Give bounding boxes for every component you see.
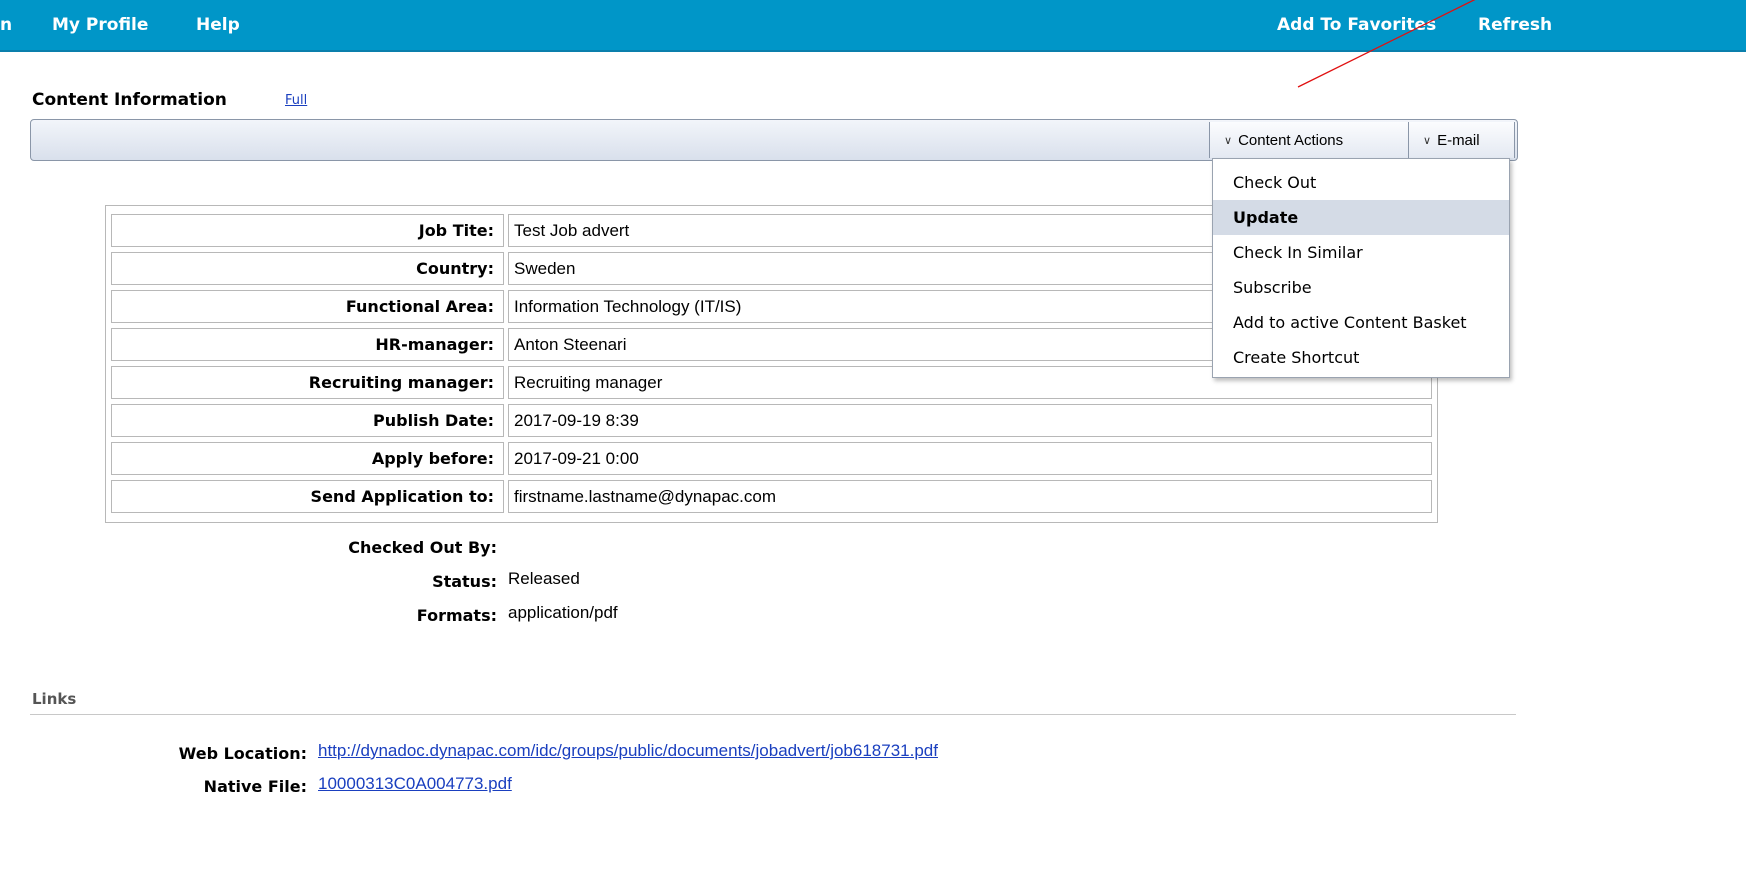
field-label: HR-manager:	[111, 328, 504, 361]
content-actions-dropdown: Check Out Update Check In Similar Subscr…	[1212, 158, 1510, 378]
nav-my-profile[interactable]: My Profile	[52, 15, 148, 35]
email-label: E-mail	[1437, 131, 1480, 149]
table-row: Apply before: 2017-09-21 0:00	[111, 442, 1432, 475]
field-value: 2017-09-19 8:39	[508, 404, 1432, 437]
top-nav-bar: n My Profile Help Add To Favorites Refre…	[0, 0, 1746, 52]
links-section-header: Links	[32, 690, 77, 708]
field-label: Recruiting manager:	[111, 366, 504, 399]
nav-help[interactable]: Help	[196, 15, 240, 35]
web-location-link[interactable]: http://dynadoc.dynapac.com/idc/groups/pu…	[318, 741, 938, 761]
field-label: Publish Date:	[111, 404, 504, 437]
email-menu-button[interactable]: ∨ E-mail	[1408, 122, 1515, 158]
field-label: Send Application to:	[111, 480, 504, 513]
chevron-down-icon: ∨	[1224, 134, 1233, 147]
field-label: Apply before:	[111, 442, 504, 475]
native-file-link[interactable]: 10000313C0A004773.pdf	[318, 774, 512, 794]
full-view-link[interactable]: Full	[285, 93, 307, 108]
links-divider	[30, 714, 1516, 715]
status-value: Released	[508, 569, 580, 588]
web-location-label: Web Location:	[178, 744, 307, 763]
field-value: 2017-09-21 0:00	[508, 442, 1432, 475]
menu-item-check-in-similar[interactable]: Check In Similar	[1213, 235, 1509, 270]
menu-item-check-out[interactable]: Check Out	[1213, 165, 1509, 200]
formats-label: Formats:	[416, 606, 497, 625]
table-row: Send Application to: firstname.lastname@…	[111, 480, 1432, 513]
chevron-down-icon: ∨	[1423, 134, 1432, 147]
table-row: Publish Date: 2017-09-19 8:39	[111, 404, 1432, 437]
content-actions-label: Content Actions	[1238, 131, 1344, 149]
native-file-label: Native File:	[203, 777, 307, 796]
field-label: Country:	[111, 252, 504, 285]
field-label: Functional Area:	[111, 290, 504, 323]
add-to-favorites-link[interactable]: Add To Favorites	[1277, 15, 1436, 35]
checked-out-by-label: Checked Out By:	[348, 538, 497, 557]
field-value: firstname.lastname@dynapac.com	[508, 480, 1432, 513]
status-label: Status:	[432, 572, 497, 591]
menu-item-subscribe[interactable]: Subscribe	[1213, 270, 1509, 305]
formats-value: application/pdf	[508, 603, 618, 622]
nav-item-truncated[interactable]: n	[0, 15, 12, 35]
refresh-link[interactable]: Refresh	[1478, 15, 1552, 35]
content-actions-menu-button[interactable]: ∨ Content Actions	[1209, 122, 1409, 158]
page-title: Content Information	[32, 90, 227, 110]
menu-item-update[interactable]: Update	[1213, 200, 1509, 235]
menu-item-create-shortcut[interactable]: Create Shortcut	[1213, 340, 1509, 375]
field-label: Job Tite:	[111, 214, 504, 247]
menu-item-add-to-content-basket[interactable]: Add to active Content Basket	[1213, 305, 1509, 340]
